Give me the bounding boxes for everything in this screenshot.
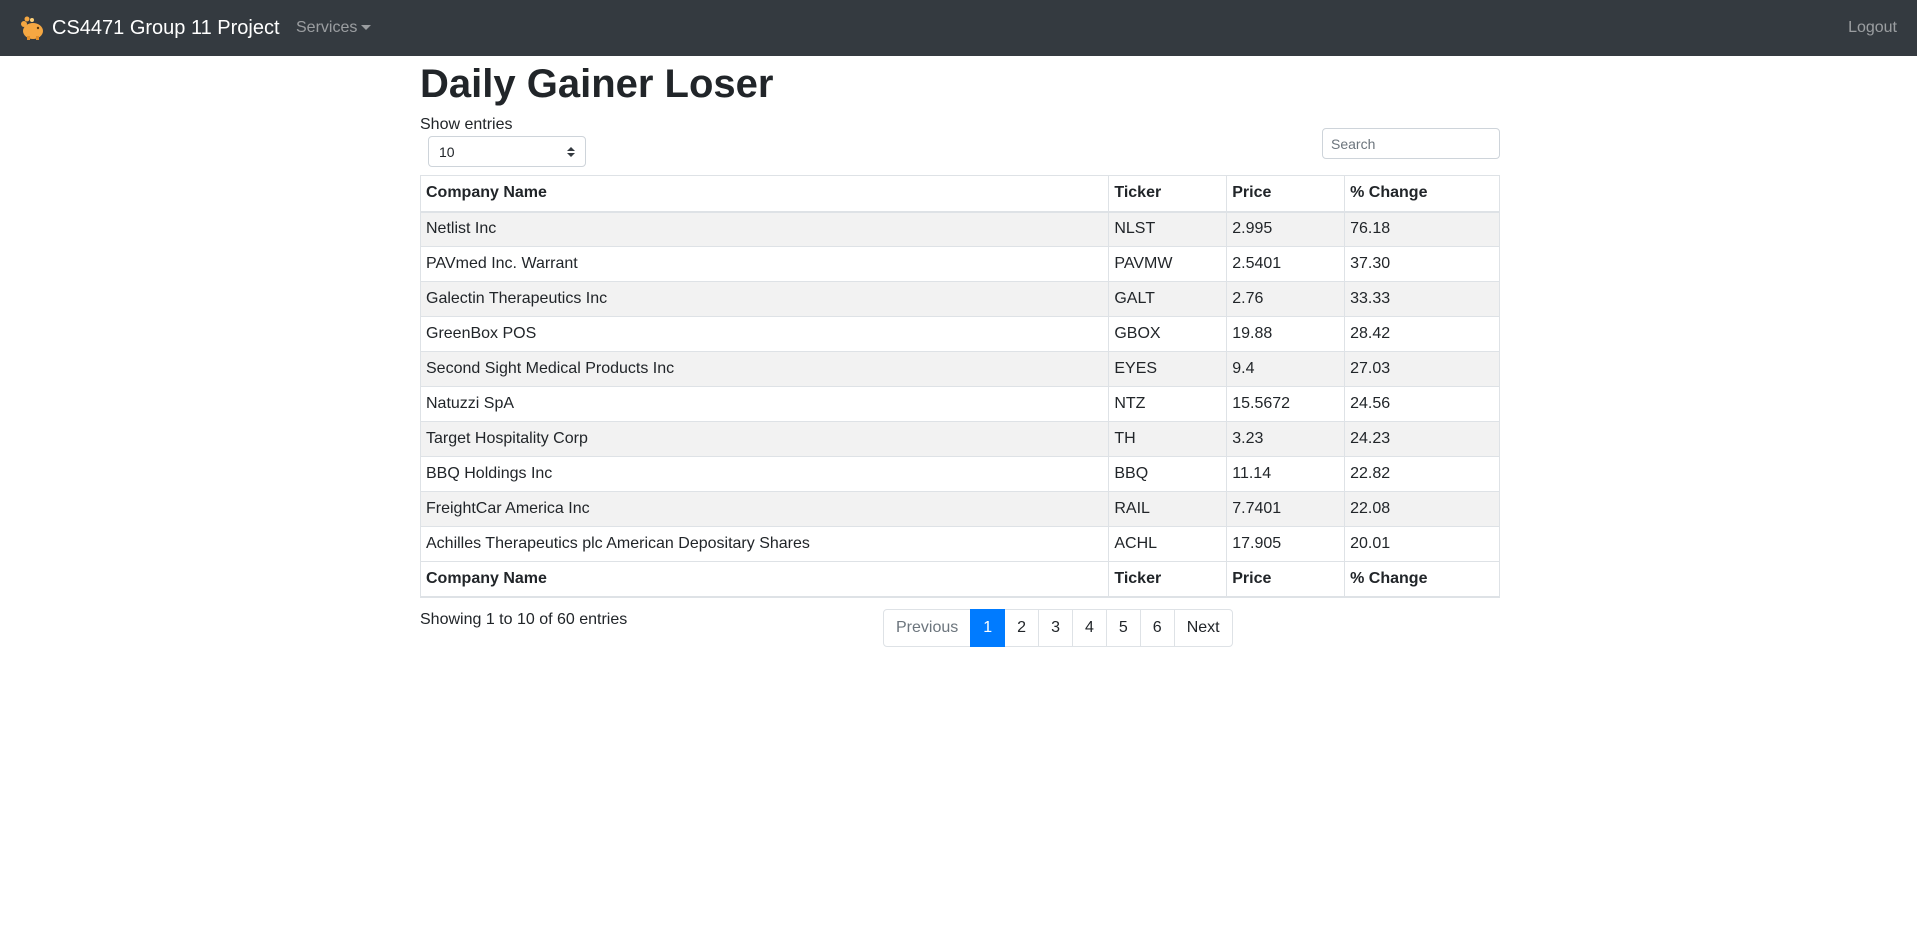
entries-per-page-select[interactable]: 10: [428, 136, 586, 167]
table-row: Natuzzi SpA NTZ 15.5672 24.56: [419, 386, 1500, 422]
cell-percent-change: 28.42: [1344, 316, 1500, 352]
table-row: Achilles Therapeutics plc American Depos…: [419, 526, 1500, 562]
cell-price: 7.7401: [1226, 491, 1346, 527]
column-header-ticker[interactable]: Ticker: [1108, 175, 1228, 213]
brand-title: CS4471 Group 11 Project: [52, 17, 280, 39]
caret-down-icon: [361, 24, 372, 30]
services-label: Services: [296, 19, 358, 36]
column-header-company-name[interactable]: Company Name: [419, 175, 1110, 213]
data-table-wrapper: Company Name Ticker Price % Change Netli…: [419, 175, 1500, 598]
cell-company-name: Target Hospitality Corp: [419, 421, 1110, 457]
table-footer-row: Company Name Ticker Price % Change: [419, 561, 1500, 598]
page-1-button[interactable]: 1: [970, 609, 1006, 647]
cell-price: 2.76: [1226, 281, 1346, 317]
footer-header-price: Price: [1226, 561, 1346, 598]
cell-price: 9.4: [1226, 351, 1346, 387]
cell-percent-change: 20.01: [1344, 526, 1500, 562]
table-row: Galectin Therapeutics Inc GALT 2.76 33.3…: [419, 281, 1500, 317]
cell-percent-change: 27.03: [1344, 351, 1500, 387]
cell-company-name: Natuzzi SpA: [419, 386, 1110, 422]
cell-company-name: Achilles Therapeutics plc American Depos…: [419, 526, 1110, 562]
cell-ticker: GBOX: [1108, 316, 1228, 352]
cell-ticker: GALT: [1108, 281, 1228, 317]
cell-ticker: ACHL: [1108, 526, 1228, 562]
cell-ticker: EYES: [1108, 351, 1228, 387]
cell-company-name: PAVmed Inc. Warrant: [419, 246, 1110, 282]
table-info-text: Showing 1 to 10 of 60 entries: [420, 611, 628, 628]
table-row: GreenBox POS GBOX 19.88 28.42: [419, 316, 1500, 352]
table-row: Netlist Inc NLST 2.995 76.18: [419, 211, 1500, 247]
gainer-loser-table: Company Name Ticker Price % Change Netli…: [419, 175, 1500, 598]
footer-header-company-name: Company Name: [419, 561, 1110, 598]
cell-company-name: Second Sight Medical Products Inc: [419, 351, 1110, 387]
cell-percent-change: 22.82: [1344, 456, 1500, 492]
select-arrows-icon: [567, 146, 575, 157]
cell-ticker: PAVMW: [1108, 246, 1228, 282]
cell-price: 3.23: [1226, 421, 1346, 457]
services-dropdown[interactable]: Services: [296, 17, 372, 39]
page-title: Daily Gainer Loser: [420, 62, 774, 106]
cell-company-name: Galectin Therapeutics Inc: [419, 281, 1110, 317]
top-navbar: CS4471 Group 11 Project Services Logout: [0, 0, 1917, 56]
cell-percent-change: 76.18: [1344, 211, 1500, 247]
page-2-button[interactable]: 2: [1004, 609, 1040, 647]
footer-header-ticker: Ticker: [1108, 561, 1228, 598]
column-header-percent-change[interactable]: % Change: [1344, 175, 1500, 213]
cell-company-name: BBQ Holdings Inc: [419, 456, 1110, 492]
piggy-bank-icon: [21, 16, 43, 40]
cell-percent-change: 24.23: [1344, 421, 1500, 457]
pagination: Previous 1 2 3 4 5 6 Next: [883, 609, 1233, 647]
brand-link[interactable]: CS4471 Group 11 Project: [18, 14, 280, 42]
previous-page-button[interactable]: Previous: [883, 609, 972, 647]
table-row: BBQ Holdings Inc BBQ 11.14 22.82: [419, 456, 1500, 492]
page-4-button[interactable]: 4: [1071, 609, 1107, 647]
page-5-button[interactable]: 5: [1105, 609, 1141, 647]
cell-ticker: TH: [1108, 421, 1228, 457]
table-row: FreightCar America Inc RAIL 7.7401 22.08: [419, 491, 1500, 527]
entries-per-page-value: 10: [439, 143, 455, 160]
cell-company-name: FreightCar America Inc: [419, 491, 1110, 527]
page-6-button[interactable]: 6: [1139, 609, 1175, 647]
table-row: Second Sight Medical Products Inc EYES 9…: [419, 351, 1500, 387]
cell-ticker: BBQ: [1108, 456, 1228, 492]
cell-price: 2.5401: [1226, 246, 1346, 282]
cell-percent-change: 37.30: [1344, 246, 1500, 282]
cell-percent-change: 33.33: [1344, 281, 1500, 317]
footer-header-percent-change: % Change: [1344, 561, 1500, 598]
column-header-price[interactable]: Price: [1226, 175, 1346, 213]
cell-ticker: NLST: [1108, 211, 1228, 247]
logout-link[interactable]: Logout: [1848, 17, 1897, 39]
cell-price: 2.995: [1226, 211, 1346, 247]
cell-ticker: NTZ: [1108, 386, 1228, 422]
cell-ticker: RAIL: [1108, 491, 1228, 527]
next-page-button[interactable]: Next: [1173, 609, 1233, 647]
table-header-row: Company Name Ticker Price % Change: [419, 175, 1500, 213]
page-3-button[interactable]: 3: [1038, 609, 1073, 647]
cell-price: 17.905: [1226, 526, 1346, 562]
cell-company-name: Netlist Inc: [419, 211, 1110, 247]
show-entries-label: Show entries: [420, 116, 513, 133]
cell-percent-change: 24.56: [1344, 386, 1500, 422]
cell-percent-change: 22.08: [1344, 491, 1500, 527]
cell-price: 15.5672: [1226, 386, 1346, 422]
search-input[interactable]: [1322, 128, 1500, 159]
table-row: PAVmed Inc. Warrant PAVMW 2.5401 37.30: [419, 246, 1500, 282]
table-row: Target Hospitality Corp TH 3.23 24.23: [419, 421, 1500, 457]
cell-price: 19.88: [1226, 316, 1346, 352]
cell-price: 11.14: [1226, 456, 1346, 492]
cell-company-name: GreenBox POS: [419, 316, 1110, 352]
